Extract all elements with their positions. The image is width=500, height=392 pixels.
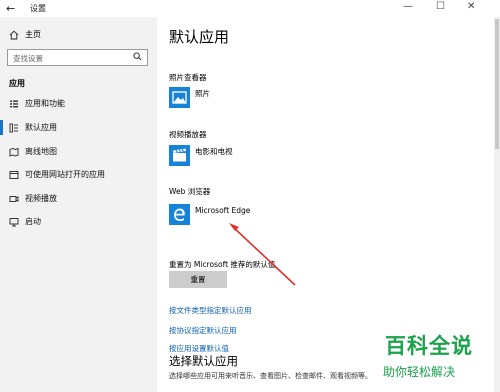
watermark-subtitle: 助你轻松解决 [383,365,456,379]
watermark-title: 百科全说 [385,334,473,358]
watermark-logo: 百科全说 助你轻松解决 [373,330,493,385]
